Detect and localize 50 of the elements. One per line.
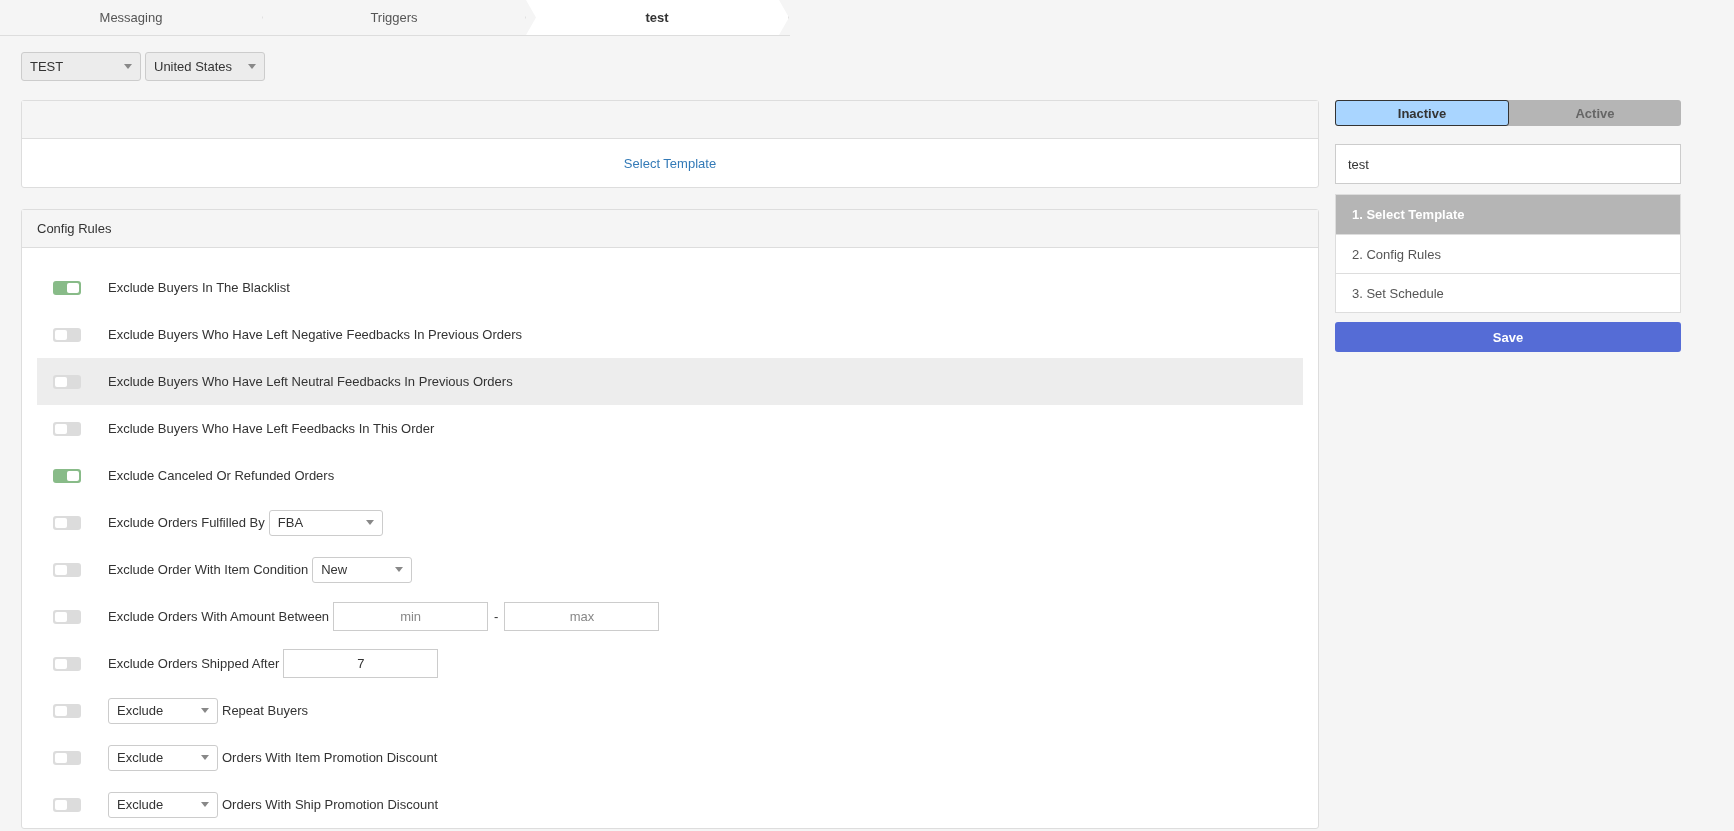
dropdown[interactable]: Exclude xyxy=(108,744,218,771)
toggle-switch[interactable] xyxy=(53,374,81,389)
min-field[interactable]: min xyxy=(333,602,489,631)
select-template-link[interactable]: Select Template xyxy=(623,155,717,171)
toggle-switch[interactable] xyxy=(53,703,81,718)
rule-label: Exclude Order With Item Condition xyxy=(108,562,309,577)
dropdown[interactable]: FBA xyxy=(268,509,383,536)
dropdown[interactable]: Exclude xyxy=(108,791,218,818)
save-button[interactable]: Save xyxy=(1335,322,1681,352)
rule-label: Orders With Ship Promotion Discount xyxy=(222,797,439,812)
rule-label: Exclude Canceled Or Refunded Orders xyxy=(108,468,335,483)
rule-label: Exclude Orders Fulfilled By xyxy=(108,515,265,530)
toggle-switch[interactable] xyxy=(53,609,81,624)
status-option[interactable]: Inactive xyxy=(1335,100,1509,126)
days-field[interactable]: 7 xyxy=(283,649,439,678)
caret-icon xyxy=(201,708,209,713)
rule-label: Exclude Orders With Amount Between xyxy=(108,609,330,624)
step-item[interactable]: 2. Config Rules xyxy=(1336,234,1680,273)
toggle-switch[interactable] xyxy=(53,327,81,342)
rule-label: Exclude Buyers Who Have Left Negative Feedbacks In Previous Orders xyxy=(108,327,523,342)
rule-label: Exclude Buyers In The Blacklist xyxy=(108,280,290,295)
toggle-switch[interactable] xyxy=(53,750,81,765)
dropdown[interactable]: New xyxy=(312,556,413,583)
toggle-switch[interactable] xyxy=(53,421,81,436)
caret-icon xyxy=(201,755,209,760)
caret-icon xyxy=(365,520,374,525)
panel-title: Config Rules xyxy=(37,221,112,236)
rule-label: Exclude Orders Shipped After xyxy=(108,656,280,671)
max-field[interactable]: max xyxy=(504,602,660,631)
toggle-switch[interactable] xyxy=(53,280,81,295)
caret-icon xyxy=(248,64,256,69)
rule-label: Exclude Buyers Who Have Left Feedbacks In This Order xyxy=(108,421,435,436)
toggle-switch[interactable] xyxy=(53,468,81,483)
name-field[interactable]: test xyxy=(1335,144,1681,184)
toggle-switch[interactable] xyxy=(53,562,81,577)
dropdown[interactable]: TEST xyxy=(21,52,141,81)
toggle-switch[interactable] xyxy=(53,656,81,671)
breadcrumb-step[interactable]: test xyxy=(526,0,789,35)
caret-icon xyxy=(124,64,132,69)
rule-label: Orders With Item Promotion Discount xyxy=(222,750,438,765)
range-separator: - xyxy=(494,609,499,624)
rule-label: Exclude Buyers Who Have Left Neutral Feedbacks In Previous Orders xyxy=(108,374,513,389)
toggle-switch[interactable] xyxy=(53,797,81,812)
toggle-switch[interactable] xyxy=(53,515,81,530)
dropdown[interactable]: United States xyxy=(145,52,265,81)
caret-icon xyxy=(395,567,404,572)
rule-label: Repeat Buyers xyxy=(222,703,308,718)
dropdown[interactable]: Exclude xyxy=(108,697,218,724)
caret-icon xyxy=(201,802,209,807)
step-item[interactable]: 3. Set Schedule xyxy=(1336,273,1680,312)
